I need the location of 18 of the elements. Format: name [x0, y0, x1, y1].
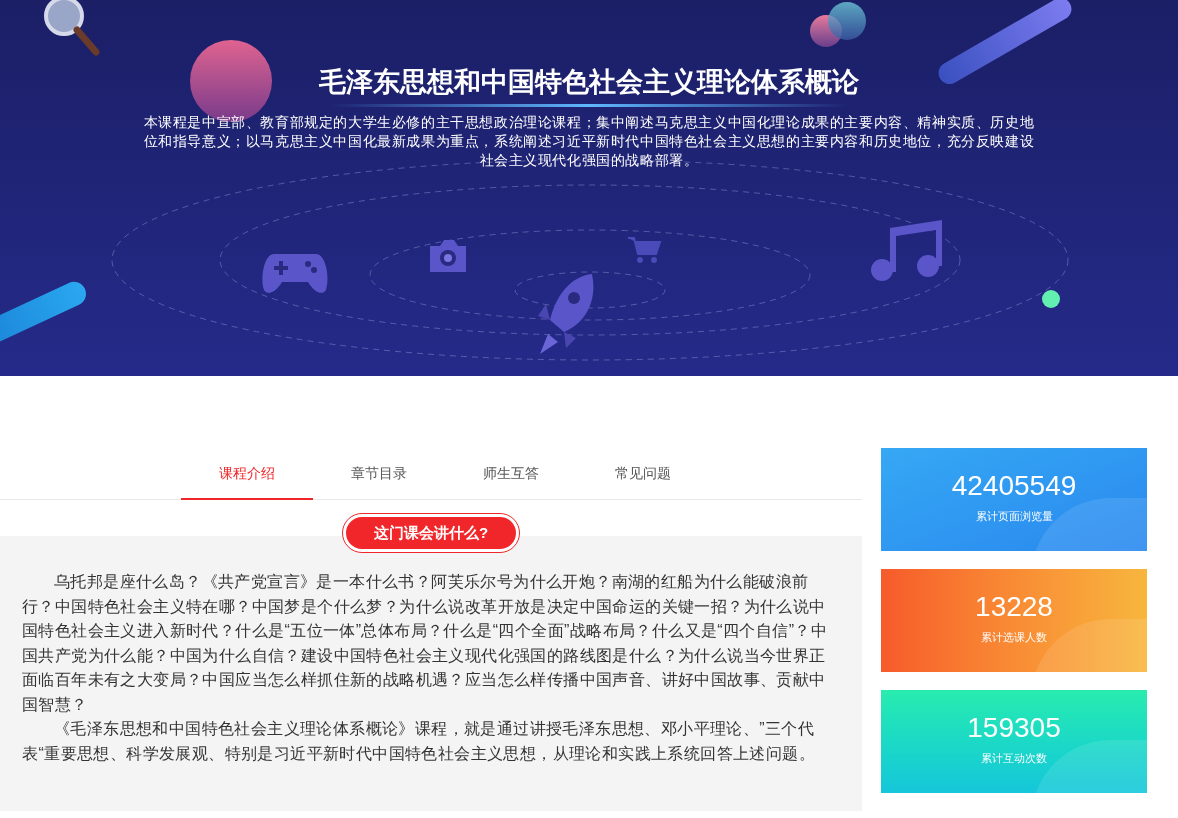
tab[interactable]: 章节目录: [313, 448, 445, 500]
planet-drawing: [1042, 290, 1060, 308]
stat-label: 累计页面浏览量: [975, 509, 1053, 524]
planet-drawing: [828, 2, 866, 40]
stat-value: 159305: [967, 711, 1061, 745]
stat-value: 42405549: [951, 469, 1077, 503]
tab[interactable]: 常见问题: [577, 448, 709, 500]
tab[interactable]: 课程介绍: [181, 448, 313, 500]
course-description: 本课程是中宣部、教育部规定的大学生必修的主干思想政治理论课程；集中阐述马克思主义中国化理论成果的主要内容、精神实质、历史地位和指导意义；以马克思主义中国化最新成果为重点，系统阐述习近平新时代中国特色社会主义思想的主要内容和历史地位，充分反映建设社会主义现代化强国的战略部署。: [142, 113, 1036, 170]
stat-value: 13228: [975, 590, 1053, 624]
course-title: 毛泽东思想和中国特色社会主义理论体系概论: [319, 66, 859, 99]
shopping-cart-icon: [626, 234, 662, 264]
intro-paragraph: 《毛泽东思想和中国特色社会主义理论体系概论》课程，就是通过讲授毛泽东思想、邓小平理论、”三个代表“重要思想、科学发展观、特别是习近平新时代中国特色社会主义思想，从理论和实践上系统回答上述问题。: [22, 719, 816, 764]
section-heading-badge: 这门课会讲什么?: [342, 514, 520, 552]
stat-label: 累计互动次数: [981, 751, 1047, 766]
tab[interactable]: 师生互答: [445, 448, 577, 500]
stat-label: 累计选课人数: [981, 630, 1047, 645]
intro-paragraph: 乌托邦是座什么岛？《共产党宣言》是一本什么书？阿芙乐尔号为什么开炮？南湖的红船为什么能破浪前行？中国特色社会主义特在哪？中国梦是个什么梦？为什么说改革开放是决定中国命运的关键一招？为什么说中国特色社会主义进入新时代？什么是“五位一体”总体布局？什么是“四个全面”战略布局？什么又是“四个自信”？中国共产党为什么能？中国为什么自信？建设中国特色社会主义现代化强国的路线图是什么？为什么说当今世界正面临百年未有之大变局？中国应当怎么样抓住新的战略机遇？应当怎么样传播中国声音、讲好中国故事、贡献中国智慧？: [22, 572, 829, 715]
